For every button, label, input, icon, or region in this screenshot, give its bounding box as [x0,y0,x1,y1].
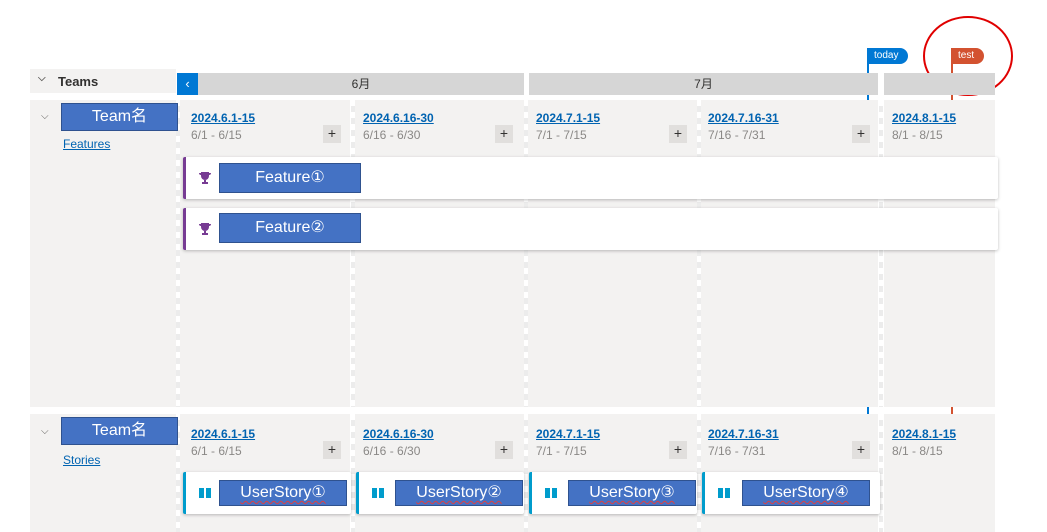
book-icon [371,486,385,498]
add-item-button[interactable]: + [323,441,341,459]
user-story-title[interactable]: UserStory① [219,480,347,506]
month-label-july: 7月 [529,73,878,95]
book-icon [717,486,731,498]
iteration-date-range: 7/1 - 7/15 [536,128,587,142]
column-divider [351,414,355,532]
iteration-date-range: 6/1 - 6/15 [191,128,242,142]
iteration-link[interactable]: 2024.7.1-15 [536,111,600,125]
iteration-link[interactable]: 2024.6.1-15 [191,427,255,441]
book-icon [198,486,212,498]
iteration-link[interactable]: 2024.8.1-15 [892,427,956,441]
month-label-august [884,73,995,95]
iteration-column [528,100,698,407]
iteration-link[interactable]: 2024.7.16-31 [708,111,779,125]
iteration-date-range: 6/1 - 6/15 [191,444,242,458]
iteration-date-range: 7/16 - 7/31 [708,444,766,458]
iteration-link[interactable]: 2024.6.16-30 [363,427,434,441]
column-divider [524,100,528,407]
nav-prev-button[interactable]: ‹ [177,73,198,95]
feature-title[interactable]: Feature② [219,213,361,243]
chevron-down-icon[interactable]: ⌵ [41,111,49,122]
user-story-title[interactable]: UserStory② [395,480,523,506]
user-story-card[interactable]: UserStory① [183,472,351,514]
add-item-button[interactable]: + [852,441,870,459]
teams-header[interactable]: ⌵ Teams [30,69,176,93]
iteration-column [180,100,350,407]
iteration-date-range: 7/16 - 7/31 [708,128,766,142]
feature-card[interactable]: Feature② [183,208,998,250]
iteration-date-range: 8/1 - 8/15 [892,128,943,142]
teams-header-label: Teams [58,74,99,89]
trophy-icon [198,171,212,185]
user-story-card[interactable]: UserStory② [356,472,524,514]
add-item-button[interactable]: + [852,125,870,143]
iteration-column [355,100,525,407]
user-story-title[interactable]: UserStory③ [568,480,696,506]
iteration-link[interactable]: 2024.7.16-31 [708,427,779,441]
add-item-button[interactable]: + [669,125,687,143]
column-divider [697,100,701,407]
team-name-box: Team名 [61,103,178,131]
chevron-down-icon[interactable]: ⌵ [38,73,46,84]
stories-link[interactable]: Stories [63,453,100,467]
add-item-button[interactable]: + [669,441,687,459]
column-divider [351,100,355,407]
iteration-link[interactable]: 2024.6.1-15 [191,111,255,125]
column-divider [697,414,701,532]
iteration-date-range: 7/1 - 7/15 [536,444,587,458]
iteration-date-range: 6/16 - 6/30 [363,444,421,458]
user-story-card[interactable]: UserStory③ [529,472,697,514]
add-item-button[interactable]: + [495,125,513,143]
month-label-june: 6月 [198,73,524,95]
add-item-button[interactable]: + [495,441,513,459]
feature-title[interactable]: Feature① [219,163,361,193]
iteration-link[interactable]: 2024.8.1-15 [892,111,956,125]
trophy-icon [198,222,212,236]
user-story-card[interactable]: UserStory④ [702,472,880,514]
today-marker-flag[interactable]: today [868,48,908,64]
features-link[interactable]: Features [63,137,110,151]
iteration-date-range: 8/1 - 8/15 [892,444,943,458]
column-divider [524,414,528,532]
chevron-down-icon[interactable]: ⌵ [41,426,49,437]
add-item-button[interactable]: + [323,125,341,143]
user-story-title[interactable]: UserStory④ [742,480,870,506]
book-icon [544,486,558,498]
iteration-link[interactable]: 2024.7.1-15 [536,427,600,441]
iteration-column [884,100,995,407]
iteration-link[interactable]: 2024.6.16-30 [363,111,434,125]
feature-card[interactable]: Feature① [183,157,998,199]
iteration-date-range: 6/16 - 6/30 [363,128,421,142]
team-name-box: Team名 [61,417,178,445]
column-divider [879,100,883,407]
iteration-column [701,100,878,407]
column-divider [176,100,180,407]
